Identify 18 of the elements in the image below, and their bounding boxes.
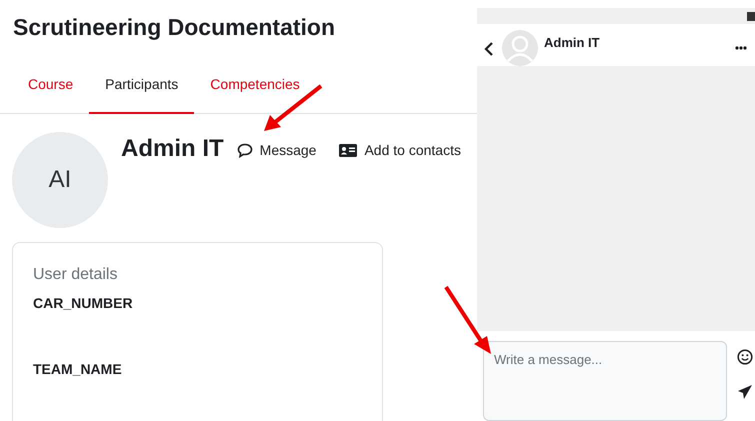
message-link[interactable]: Message bbox=[236, 140, 316, 161]
nav-tab[interactable]: Competencies bbox=[194, 64, 316, 114]
user-avatar: AI bbox=[12, 132, 108, 228]
chat-bubble-icon bbox=[236, 143, 253, 158]
field-label: TEAM_NAME bbox=[33, 360, 123, 379]
nav-tab[interactable]: Participants bbox=[89, 64, 194, 114]
add-contact-link[interactable]: Add to contacts bbox=[339, 140, 461, 161]
page-title: Scrutineering Documentation bbox=[13, 13, 336, 42]
emoji-icon[interactable] bbox=[737, 349, 753, 365]
message-field[interactable]: Write a message... bbox=[483, 341, 727, 421]
contact-name: Admin IT bbox=[544, 34, 601, 52]
field-label: CAR_NUMBER bbox=[33, 294, 134, 313]
user-name: Admin IT bbox=[121, 134, 224, 164]
send-icon[interactable] bbox=[737, 384, 753, 400]
card-heading: User details bbox=[33, 265, 118, 285]
id-card-icon bbox=[339, 144, 358, 157]
nav-tab[interactable]: Course bbox=[12, 64, 90, 114]
square-icon bbox=[747, 12, 755, 21]
